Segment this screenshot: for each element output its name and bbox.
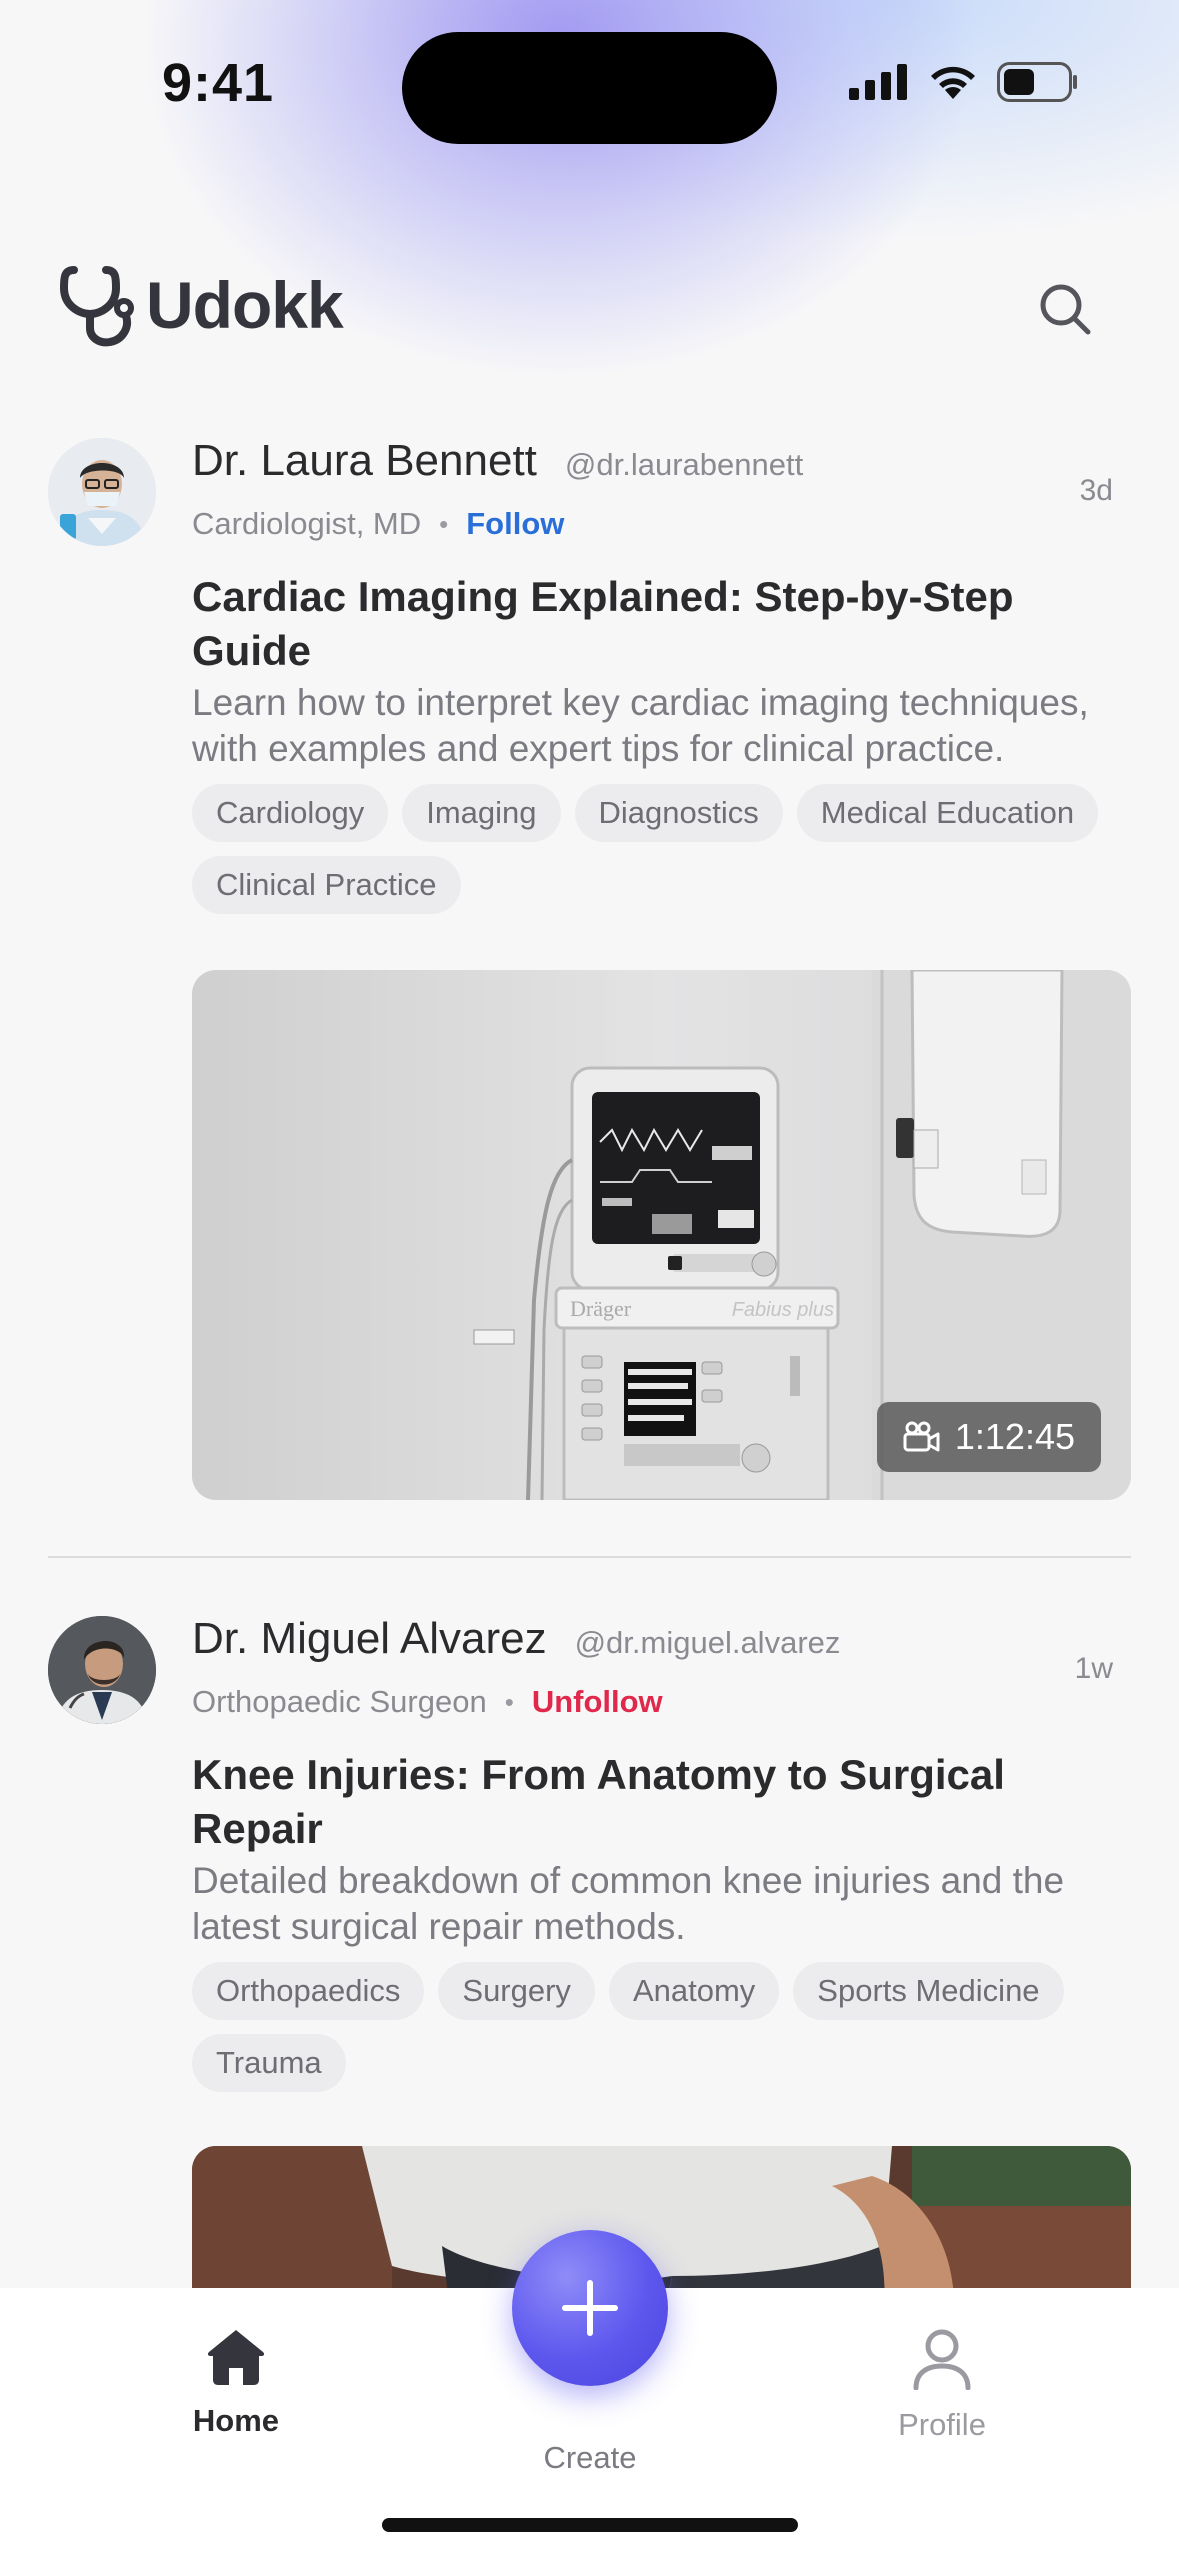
tag[interactable]: Clinical Practice xyxy=(192,856,461,914)
tab-home[interactable]: Home xyxy=(136,2328,336,2439)
app-name: Udokk xyxy=(146,268,344,342)
home-indicator xyxy=(382,2518,798,2532)
tag[interactable]: Anatomy xyxy=(608,1962,780,2020)
author-role: Cardiologist, MD xyxy=(192,506,422,541)
avatar[interactable] xyxy=(48,1616,156,1724)
post-card[interactable]: Dr. Miguel Alvarez @dr.miguel.alvarez 1w… xyxy=(48,1614,1131,2336)
tab-profile-label: Profile xyxy=(898,2407,986,2442)
duration-badge: 1:12:45 xyxy=(876,1402,1101,1472)
tag[interactable]: Medical Education xyxy=(796,784,1099,842)
search-button[interactable] xyxy=(1032,276,1098,342)
tag-list: Cardiology Imaging Diagnostics Medical E… xyxy=(192,784,1142,914)
signal-icon xyxy=(849,64,907,100)
monitor-brand: Dräger xyxy=(570,1296,632,1321)
post-description: Detailed breakdown of common knee injuri… xyxy=(192,1860,1065,1947)
post-divider xyxy=(48,1556,1131,1558)
tab-profile[interactable]: Profile xyxy=(842,2328,1042,2443)
status-time: 9:41 xyxy=(162,53,275,113)
tag[interactable]: Imaging xyxy=(402,784,561,842)
post-title[interactable]: Knee Injuries: From Anatomy to Surgical … xyxy=(192,1748,1092,1856)
video-thumbnail[interactable]: Dräger Fabius plus 1:12:45 xyxy=(192,970,1131,1500)
post-description: Learn how to interpret key cardiac imagi… xyxy=(192,682,1089,769)
battery-icon xyxy=(997,62,1077,102)
tag[interactable]: Trauma xyxy=(192,2034,346,2092)
profile-icon xyxy=(913,2329,971,2391)
tag-list: Orthopaedics Surgery Anatomy Sports Medi… xyxy=(192,1962,1142,2092)
create-button[interactable] xyxy=(512,2230,668,2386)
post-card[interactable]: Dr. Laura Bennett @dr.laurabennett 3d Ca… xyxy=(48,436,1131,1500)
post-title[interactable]: Cardiac Imaging Explained: Step-by-Step … xyxy=(192,570,1092,678)
tag[interactable]: Surgery xyxy=(438,1962,595,2020)
unfollow-button[interactable]: Unfollow xyxy=(532,1684,663,1720)
author-name[interactable]: Dr. Miguel Alvarez xyxy=(192,1614,547,1664)
avatar[interactable] xyxy=(48,438,156,546)
tag[interactable]: Sports Medicine xyxy=(793,1962,1064,2020)
tag[interactable]: Orthopaedics xyxy=(192,1962,425,2020)
status-icons xyxy=(849,62,1079,102)
author-meta: Orthopaedic Surgeon • Unfollow xyxy=(192,1684,663,1720)
tag[interactable]: Cardiology xyxy=(192,784,389,842)
dynamic-island xyxy=(402,32,777,144)
stethoscope-logo-icon xyxy=(60,266,134,347)
status-bar: 9:41 xyxy=(0,0,1179,170)
plus-icon xyxy=(562,2280,618,2336)
tab-home-label: Home xyxy=(192,2403,280,2438)
wifi-icon xyxy=(931,66,975,99)
device-name: Fabius plus xyxy=(732,1299,834,1321)
post-age: 1w xyxy=(1074,1652,1113,1685)
separator-dot: • xyxy=(439,508,449,539)
author-handle[interactable]: @dr.miguel.alvarez xyxy=(575,1625,841,1661)
tab-create-label: Create xyxy=(543,2440,637,2475)
tag[interactable]: Diagnostics xyxy=(574,784,783,842)
author-line: Dr. Laura Bennett @dr.laurabennett xyxy=(192,436,803,486)
home-icon xyxy=(207,2330,265,2385)
author-line: Dr. Miguel Alvarez @dr.miguel.alvarez xyxy=(192,1614,840,1664)
video-camera-icon xyxy=(903,1421,940,1452)
author-meta: Cardiologist, MD • Follow xyxy=(192,506,564,542)
app-header: Udokk xyxy=(60,262,1120,357)
search-icon xyxy=(1040,284,1091,335)
app-logo[interactable]: Udokk xyxy=(60,262,344,348)
follow-button[interactable]: Follow xyxy=(466,506,564,542)
tab-create-label-wrap[interactable]: Create xyxy=(490,2428,690,2476)
separator-dot: • xyxy=(504,1686,514,1717)
author-name[interactable]: Dr. Laura Bennett xyxy=(192,436,537,486)
video-duration: 1:12:45 xyxy=(954,1416,1075,1457)
post-age: 3d xyxy=(1079,474,1113,507)
author-handle[interactable]: @dr.laurabennett xyxy=(565,447,803,483)
author-role: Orthopaedic Surgeon xyxy=(192,1684,487,1719)
